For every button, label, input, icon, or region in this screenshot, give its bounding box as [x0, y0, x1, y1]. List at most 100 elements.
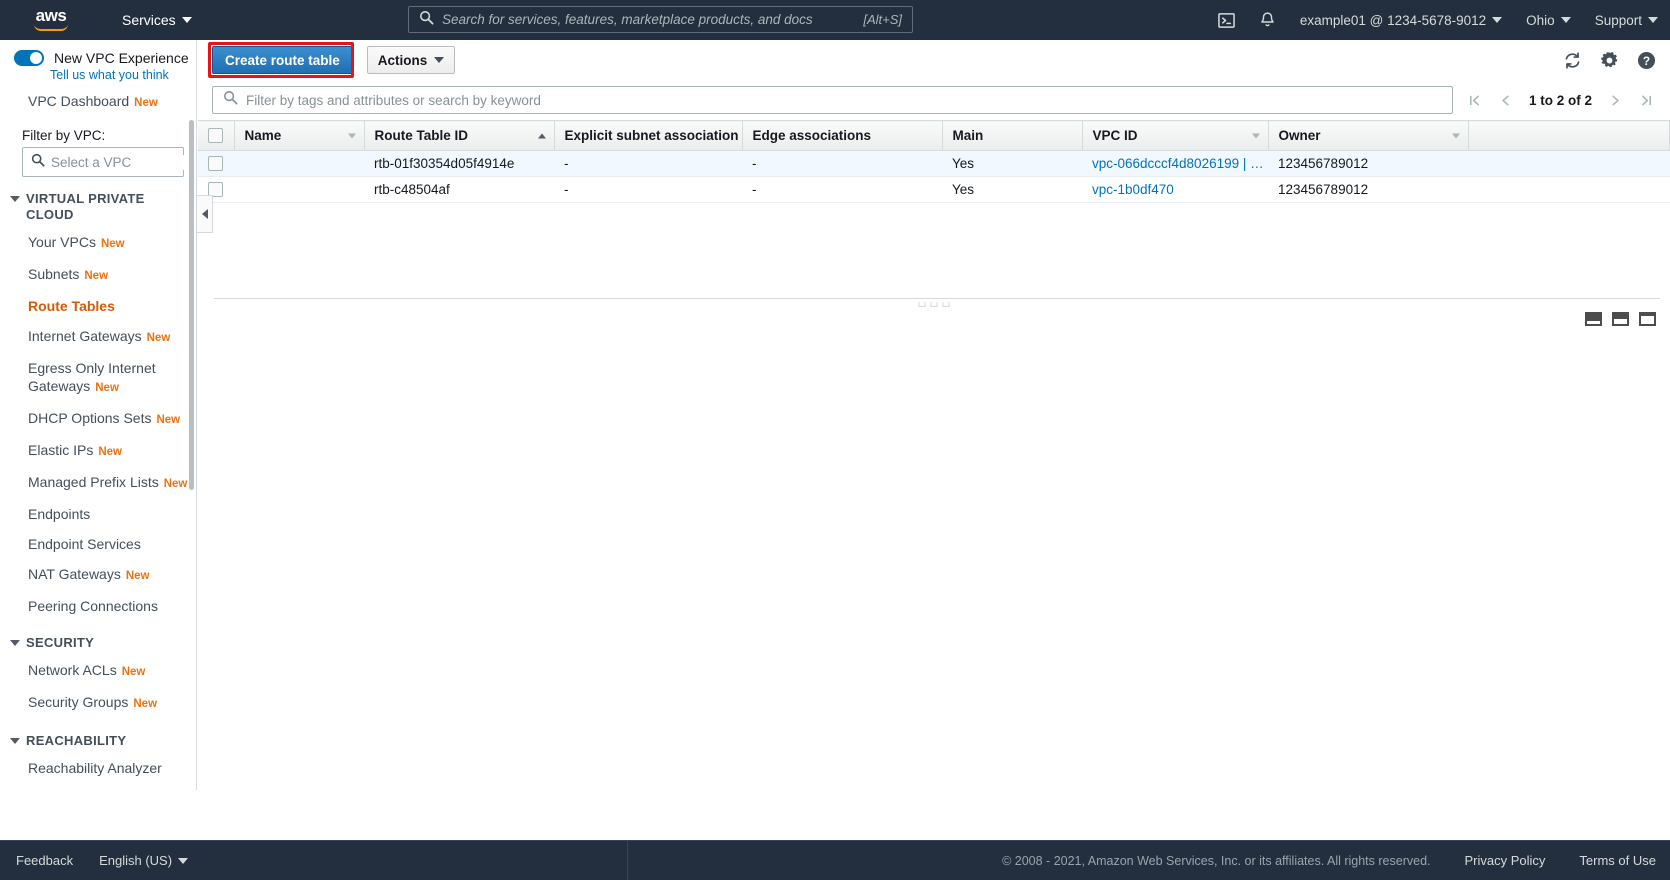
select-all-checkbox[interactable]: [208, 128, 223, 143]
new-badge: New: [98, 446, 122, 458]
notifications-button[interactable]: [1247, 0, 1288, 40]
sidebar-item-security-groups[interactable]: Security GroupsNew: [0, 687, 196, 719]
row-checkbox-cell[interactable]: [198, 151, 234, 177]
gear-icon[interactable]: [1600, 51, 1619, 70]
column-header-route-table-id[interactable]: Route Table ID: [364, 121, 554, 151]
privacy-policy-link[interactable]: Privacy Policy: [1465, 853, 1546, 868]
account-menu-label: example01 @ 1234-5678-9012: [1300, 13, 1486, 28]
create-route-table-button[interactable]: Create route table: [212, 46, 353, 74]
table-header: Name Route Table ID Explicit subnet associ…: [198, 121, 1670, 151]
layout-bottom-medium-icon[interactable]: [1612, 312, 1629, 326]
chevron-left-icon: [202, 209, 208, 219]
sidebar-collapse-button[interactable]: [197, 195, 213, 233]
last-page-icon[interactable]: [1631, 86, 1662, 114]
panel-splitter-handle[interactable]: [919, 302, 950, 307]
main-cell: Yes: [942, 151, 1082, 177]
table-header-row: Name Route Table ID Explicit subnet associ…: [198, 121, 1670, 151]
name-cell: [234, 151, 364, 177]
sidebar-item-label: Elastic IPs: [28, 442, 93, 458]
sidebar-group-label: REACHABILITY: [26, 733, 126, 749]
sidebar-group-virtual-private[interactable]: VIRTUAL PRIVATE: [0, 783, 196, 790]
column-header-explicit-subnet-association[interactable]: Explicit subnet association: [554, 121, 742, 151]
refresh-icon[interactable]: [1563, 51, 1582, 70]
vpc-filter[interactable]: [22, 147, 184, 177]
region-menu[interactable]: Ohio: [1514, 0, 1583, 40]
column-header-name[interactable]: Name: [234, 121, 364, 151]
new-vpc-experience-toggle[interactable]: [14, 50, 44, 66]
sidebar-item-internet-gateways[interactable]: Internet Gateways New: [0, 321, 196, 353]
panel-layout-toggles: [1585, 312, 1656, 326]
actions-button[interactable]: Actions: [367, 46, 456, 74]
feedback-link[interactable]: Feedback: [16, 853, 73, 868]
aws-logo[interactable]: aws: [28, 6, 74, 34]
support-menu[interactable]: Support: [1583, 0, 1670, 40]
column-header-main[interactable]: Main: [942, 121, 1082, 151]
sidebar-item-peering-connections[interactable]: Peering Connections: [0, 591, 196, 621]
sidebar-scrollbar[interactable]: [189, 120, 194, 490]
filter-search-box[interactable]: [212, 86, 1453, 114]
sidebar-item-elastic-ips[interactable]: Elastic IPs New: [0, 435, 196, 467]
sidebar-item-nat-gateways[interactable]: NAT GatewaysNew: [0, 559, 196, 591]
first-page-icon[interactable]: [1459, 86, 1490, 114]
sidebar-item-managed-prefix-lists[interactable]: Managed Prefix ListsNew: [0, 467, 196, 499]
sidebar-item-endpoints[interactable]: Endpoints: [0, 499, 196, 529]
next-page-icon[interactable]: [1600, 86, 1631, 114]
layout-bottom-small-icon[interactable]: [1585, 312, 1602, 326]
sidebar-group-security[interactable]: SECURITY: [0, 621, 196, 655]
sidebar-item-network-acls[interactable]: Network ACLsNew: [0, 655, 196, 687]
column-header-label: Route Table ID: [375, 128, 469, 143]
footer-right: © 2008 - 2021, Amazon Web Services, Inc.…: [1002, 853, 1656, 868]
previous-page-icon[interactable]: [1490, 86, 1521, 114]
vpc-id-link[interactable]: vpc-066dcccf4d8026199 | …: [1092, 156, 1264, 171]
column-header-edge-associations[interactable]: Edge associations: [742, 121, 942, 151]
search-icon: [31, 153, 45, 172]
new-badge: New: [84, 270, 108, 282]
search-icon: [223, 90, 238, 110]
new-badge: New: [147, 332, 171, 344]
sort-descending-icon: [348, 133, 356, 138]
sidebar-item-vpc-dashboard[interactable]: VPC DashboardNew: [0, 82, 196, 118]
sidebar-item-reachability-analyzer[interactable]: Reachability Analyzer: [0, 753, 196, 783]
tell-us-link[interactable]: Tell us what you think: [50, 68, 196, 82]
new-badge: New: [101, 238, 125, 250]
grip-dot: [943, 302, 950, 307]
edge-associations-cell: -: [742, 177, 942, 203]
sidebar-item-egress-only-internet-gateways[interactable]: Egress Only Internet GatewaysNew: [0, 353, 196, 403]
sidebar-group-reachability[interactable]: REACHABILITY: [0, 719, 196, 753]
sidebar-item-label: Reachability Analyzer: [28, 760, 162, 776]
sidebar-group-virtual-private-cloud[interactable]: VIRTUAL PRIVATE CLOUD: [0, 177, 196, 227]
account-menu[interactable]: example01 @ 1234-5678-9012: [1288, 0, 1514, 40]
sidebar-item-label: NAT Gateways: [28, 566, 121, 582]
chevron-down-icon: [434, 57, 444, 63]
filter-search-input[interactable]: [246, 93, 1442, 108]
new-badge: New: [156, 414, 180, 426]
global-search-input[interactable]: [442, 12, 855, 27]
global-search[interactable]: [Alt+S]: [408, 6, 913, 33]
new-badge: New: [134, 97, 158, 109]
sidebar-item-subnets[interactable]: SubnetsNew: [0, 259, 196, 291]
sidebar-item-dhcp-options-sets[interactable]: DHCP Options SetsNew: [0, 403, 196, 435]
sidebar-item-your-vpcs[interactable]: Your VPCsNew: [0, 227, 196, 259]
sidebar-item-route-tables[interactable]: Route Tables: [0, 291, 196, 321]
cloudshell-button[interactable]: [1206, 0, 1247, 40]
column-header-vpc-id[interactable]: VPC ID: [1082, 121, 1268, 151]
sidebar-item-label: Internet Gateways: [28, 328, 142, 344]
layout-bottom-large-icon[interactable]: [1639, 312, 1656, 326]
column-header-owner[interactable]: Owner: [1268, 121, 1469, 151]
table-row[interactable]: rtb-01f30354d05f4914e--Yesvpc-066dcccf4d…: [198, 151, 1670, 177]
chevron-down-icon: [1492, 17, 1502, 23]
column-header-label: Owner: [1279, 128, 1321, 143]
help-icon[interactable]: ?: [1637, 51, 1656, 70]
row-checkbox[interactable]: [208, 156, 223, 171]
sidebar-item-endpoint-services[interactable]: Endpoint Services: [0, 529, 196, 559]
select-all-header[interactable]: [198, 121, 234, 151]
grip-dot: [931, 302, 938, 307]
services-menu[interactable]: Services: [114, 6, 200, 34]
vpc-id-link[interactable]: vpc-1b0df470: [1092, 182, 1174, 197]
terms-of-use-link[interactable]: Terms of Use: [1579, 853, 1656, 868]
language-selector[interactable]: English (US): [99, 853, 188, 868]
search-icon: [419, 10, 434, 30]
table-bottom-divider: [214, 298, 1660, 299]
vpc-filter-input[interactable]: [51, 155, 197, 170]
table-row[interactable]: rtb-c48504af--Yesvpc-1b0df47012345678901…: [198, 177, 1670, 203]
